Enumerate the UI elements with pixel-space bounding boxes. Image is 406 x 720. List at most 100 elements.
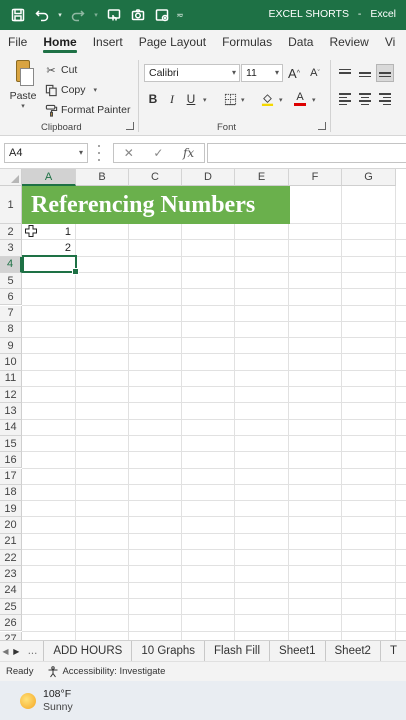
- row-header-6[interactable]: 6: [0, 289, 22, 306]
- column-header-d[interactable]: D: [182, 169, 235, 186]
- row-header-11[interactable]: 11: [0, 370, 22, 387]
- camera-icon[interactable]: [128, 5, 148, 25]
- sheet-tab-10-graphs[interactable]: 10 Graphs: [131, 640, 204, 662]
- row-header-25[interactable]: 25: [0, 598, 22, 616]
- save-icon[interactable]: [8, 5, 28, 25]
- row-header-3[interactable]: 3: [0, 240, 22, 257]
- row-header-27[interactable]: 27: [0, 631, 22, 640]
- cell-a3[interactable]: 2: [22, 240, 75, 256]
- customize-qat-icon[interactable]: ≂: [176, 10, 184, 20]
- clipboard-dialog-launcher-icon[interactable]: [126, 122, 134, 130]
- align-center-button[interactable]: [356, 90, 374, 108]
- row-header-17[interactable]: 17: [0, 468, 22, 485]
- paste-button[interactable]: Paste ▾: [8, 60, 38, 110]
- insert-function-icon[interactable]: fx: [183, 146, 194, 160]
- align-left-button[interactable]: [336, 90, 354, 108]
- sun-icon[interactable]: [20, 692, 36, 709]
- copy-dropdown-icon[interactable]: ▾: [94, 86, 98, 94]
- scroll-left-icon[interactable]: ◀: [0, 647, 11, 656]
- sheet-tab-flash-fill[interactable]: Flash Fill: [204, 640, 269, 662]
- column-header-g[interactable]: G: [342, 169, 396, 186]
- column-header-f[interactable]: F: [289, 169, 342, 186]
- tab-review[interactable]: Review: [321, 35, 376, 54]
- row-header-8[interactable]: 8: [0, 321, 22, 339]
- font-family-select[interactable]: Calibri ▾: [144, 64, 240, 82]
- middle-align-button[interactable]: [356, 64, 374, 82]
- scroll-right-icon[interactable]: ▶: [11, 647, 22, 656]
- top-align-button[interactable]: [336, 64, 354, 82]
- bottom-align-button[interactable]: [376, 64, 394, 82]
- formula-bar-grip-icon[interactable]: [98, 145, 102, 161]
- name-box[interactable]: A4 ▾: [4, 143, 88, 163]
- column-header-b[interactable]: B: [76, 169, 129, 186]
- fill-color-button[interactable]: [258, 90, 276, 108]
- tab-insert[interactable]: Insert: [85, 35, 131, 54]
- sheet-tab-sheet1[interactable]: Sheet1: [269, 640, 324, 662]
- row-header-26[interactable]: 26: [0, 615, 22, 632]
- row-header-14[interactable]: 14: [0, 419, 22, 436]
- enter-icon[interactable]: ✓: [153, 146, 163, 160]
- row-header-23[interactable]: 23: [0, 566, 22, 583]
- row-header-7[interactable]: 7: [0, 305, 22, 322]
- sheet-tab-partial[interactable]: T: [379, 640, 406, 662]
- column-header-e[interactable]: E: [235, 169, 289, 186]
- worksheet-grid[interactable]: A B C D E F G 1 2 3 4 5 6 7 8 9 10 11 12 13 14 15 16 17 18 19 20 21…: [0, 169, 406, 640]
- tab-home[interactable]: Home: [35, 35, 84, 54]
- sheet-tab-add-hours[interactable]: ADD HOURS: [43, 640, 131, 662]
- redo-icon[interactable]: [68, 5, 88, 25]
- column-header-a[interactable]: A: [22, 169, 76, 186]
- borders-button[interactable]: [221, 90, 239, 108]
- accessibility-status[interactable]: Accessibility: Investigate: [47, 665, 165, 678]
- italic-button[interactable]: I: [163, 90, 181, 108]
- row-header-18[interactable]: 18: [0, 484, 22, 502]
- cut-button[interactable]: ✂ Cut: [44, 60, 130, 80]
- font-color-button[interactable]: A: [291, 90, 309, 108]
- row-header-10[interactable]: 10: [0, 354, 22, 371]
- row-header-5[interactable]: 5: [0, 272, 22, 290]
- cancel-icon[interactable]: ✕: [124, 146, 134, 160]
- paste-dropdown-icon[interactable]: ▾: [8, 102, 38, 110]
- row-header-4[interactable]: 4: [0, 256, 22, 273]
- row-header-2[interactable]: 2: [0, 224, 22, 241]
- font-color-dropdown-icon[interactable]: ▾: [312, 96, 316, 104]
- font-dialog-launcher-icon[interactable]: [318, 122, 326, 130]
- row-header-21[interactable]: 21: [0, 533, 22, 550]
- redo-dropdown-icon[interactable]: ▾: [92, 11, 100, 19]
- undo-dropdown-icon[interactable]: ▾: [56, 11, 64, 19]
- row-header-13[interactable]: 13: [0, 403, 22, 420]
- formula-input[interactable]: [207, 143, 406, 163]
- align-right-button[interactable]: [376, 90, 394, 108]
- tab-file[interactable]: File: [0, 35, 35, 54]
- select-all-button[interactable]: [0, 169, 22, 186]
- underline-button[interactable]: U: [182, 90, 200, 108]
- copy-button[interactable]: Copy ▾: [44, 80, 130, 100]
- sheet-tab-more[interactable]: ...: [22, 641, 44, 662]
- tab-formulas[interactable]: Formulas: [214, 35, 280, 54]
- row-header-15[interactable]: 15: [0, 435, 22, 453]
- screenshot-icon[interactable]: [152, 5, 172, 25]
- tab-view[interactable]: Vi: [377, 35, 403, 54]
- tab-data[interactable]: Data: [280, 35, 321, 54]
- active-cell-a4[interactable]: [22, 255, 79, 275]
- row-header-20[interactable]: 20: [0, 517, 22, 534]
- fill-color-dropdown-icon[interactable]: ▾: [279, 96, 283, 104]
- format-painter-button[interactable]: Format Painter: [44, 100, 130, 120]
- grow-font-button[interactable]: A ^: [285, 64, 303, 82]
- tab-page-layout[interactable]: Page Layout: [131, 35, 214, 54]
- row-header-1[interactable]: 1: [0, 186, 22, 224]
- row-header-19[interactable]: 19: [0, 501, 22, 518]
- row-header-9[interactable]: 9: [0, 338, 22, 355]
- bold-button[interactable]: B: [144, 90, 162, 108]
- undo-icon[interactable]: [32, 5, 52, 25]
- touch-mode-icon[interactable]: [104, 5, 124, 25]
- row-header-16[interactable]: 16: [0, 452, 22, 469]
- row-header-12[interactable]: 12: [0, 387, 22, 404]
- row-header-24[interactable]: 24: [0, 582, 22, 599]
- row-header-22[interactable]: 22: [0, 550, 22, 567]
- shrink-font-button[interactable]: Aˇ: [306, 64, 324, 82]
- weather-widget[interactable]: 108°F Sunny: [43, 688, 73, 714]
- sheet-tab-sheet2[interactable]: Sheet2: [324, 640, 380, 662]
- cell-a1-merged-title[interactable]: Referencing Numbers: [22, 186, 290, 224]
- borders-dropdown-icon[interactable]: ▾: [241, 96, 245, 104]
- font-size-select[interactable]: 11 ▾: [241, 64, 283, 82]
